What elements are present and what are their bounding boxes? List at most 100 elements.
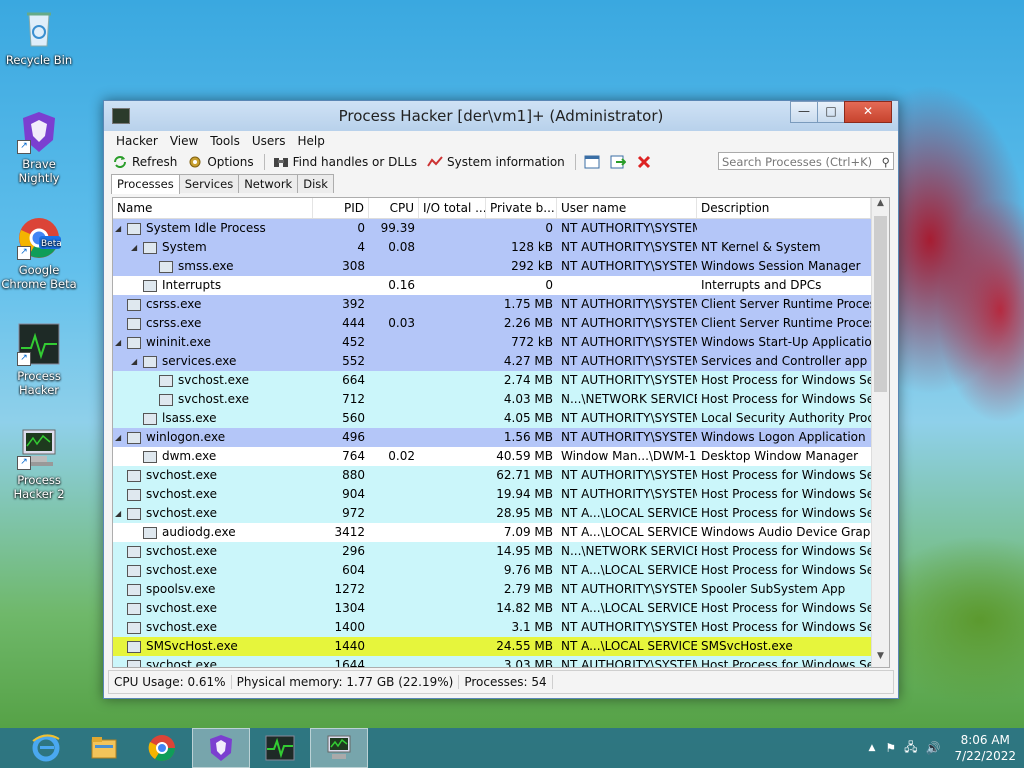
table-row[interactable]: svchost.exe 712 4.03 MB N...\NETWORK SERVIC… [113,390,871,409]
table-row[interactable]: csrss.exe 444 0.03 2.26 MB NT AUTHORITY\SYST… [113,314,871,333]
taskbar-brave-nightly[interactable] [192,728,250,768]
table-row[interactable]: Interrupts 0.16 0 Interrupts and DPCs [113,276,871,295]
volume-icon[interactable]: 🔊 [926,741,941,755]
tab-processes[interactable]: Processes [111,174,180,194]
cell-priv: 772 kB [511,335,553,349]
expand-arrow-icon[interactable]: ◢ [115,504,125,523]
cell-user: NT AUTHORITY\SYSTEM [561,335,697,349]
table-row[interactable]: ◢ winlogon.exe 496 1.56 MB NT AUTHORITY\SYST… [113,428,871,447]
column-header-user-name[interactable]: User name [557,198,697,218]
table-row[interactable]: ◢ services.exe 552 4.27 MB NT AUTHORITY\SYST… [113,352,871,371]
taskbar-internet-explorer[interactable] [18,729,74,767]
expand-arrow-icon[interactable]: ◢ [115,219,125,238]
options-button[interactable]: Options [187,155,254,169]
show-hidden-icons-icon[interactable]: ▲ [868,743,875,753]
column-header-io[interactable]: I/O total ... [419,198,486,218]
process-name-cell: svchost.exe [113,466,313,485]
cell-desc: Host Process for Windows Ser... [701,392,871,406]
cell-desc: NT Kernel & System [701,240,821,254]
expand-arrow-icon[interactable]: ◢ [131,352,141,371]
column-header-name[interactable]: Name [113,198,313,218]
column-header-private-bytes[interactable]: Private b... [486,198,557,218]
table-row[interactable]: svchost.exe 296 14.95 MB N...\NETWORK SERVI… [113,542,871,561]
process-name-cell: ◢ System [113,238,313,257]
desktop-icon-process-hacker[interactable]: ↗ Process Hacker [1,322,77,397]
clock[interactable]: 8:06 AM 7/22/2022 [954,732,1016,764]
taskbar-chrome-beta[interactable] [134,729,190,767]
table-row[interactable]: SMSvcHost.exe 1440 24.55 MB NT A...\LOCAL S… [113,637,871,656]
table-row[interactable]: svchost.exe 1304 14.82 MB NT A...\LOCAL SER… [113,599,871,618]
cell-pid [313,276,369,295]
desktop-icon-process-hacker-2[interactable]: ↗ Process Hacker 2 [1,426,77,501]
cell-cpu [369,618,419,637]
table-row[interactable]: svchost.exe 1644 3.03 MB NT AUTHORITY\SYSTE… [113,656,871,667]
terminate-button[interactable] [636,155,656,169]
process-name: svchost.exe [178,392,249,406]
cell-cpu [369,428,419,447]
table-row[interactable]: ◢ svchost.exe 972 28.95 MB NT A...\LOCAL SER… [113,504,871,523]
table-row[interactable]: ◢ wininit.exe 452 772 kB NT AUTHORITY\SYSTEM… [113,333,871,352]
scroll-down-arrow-icon[interactable]: ▼ [872,651,889,667]
column-header-description[interactable]: Description [697,198,871,218]
maximize-button[interactable]: □ [817,101,845,123]
menu-hacker[interactable]: Hacker [116,134,158,148]
tab-services[interactable]: Services [178,174,240,193]
table-row[interactable]: svchost.exe 664 2.74 MB NT AUTHORITY\SYSTEM… [113,371,871,390]
table-row[interactable]: spoolsv.exe 1272 2.79 MB NT AUTHORITY\SYSTE… [113,580,871,599]
vertical-scrollbar[interactable]: ▲ ▼ [871,198,889,667]
menu-users[interactable]: Users [252,134,286,148]
cell-priv: 0 [545,278,553,292]
table-row[interactable]: lsass.exe 560 4.05 MB NT AUTHORITY\SYSTEM Lo… [113,409,871,428]
window-go-button[interactable] [610,155,630,169]
status-cpu-usage: CPU Usage: 0.61% [109,675,232,689]
close-button[interactable]: ✕ [844,101,892,123]
process-name-cell: spoolsv.exe [113,580,313,599]
find-handles-button[interactable]: Find handles or DLLs [273,155,417,169]
process-icon [127,469,141,482]
desktop-icon-chrome-beta[interactable]: Beta ↗ Google Chrome Beta [1,216,77,291]
table-row[interactable]: ◢ System Idle Process 0 99.39 0 NT AUTHORITY\… [113,219,871,238]
cell-pid: 552 [342,354,365,368]
system-information-button[interactable]: System information [427,155,565,169]
desktop-icon-recycle-bin[interactable]: Recycle Bin [1,6,77,67]
refresh-icon [112,155,128,169]
process-name: svchost.exe [146,563,217,577]
expand-arrow-icon[interactable]: ◢ [115,428,125,447]
taskbar-process-hacker[interactable] [252,729,308,767]
table-row[interactable]: svchost.exe 904 19.94 MB NT AUTHORITY\SYSTE… [113,485,871,504]
taskbar-file-explorer[interactable] [76,729,132,767]
table-row[interactable]: svchost.exe 880 62.71 MB NT AUTHORITY\SYSTE… [113,466,871,485]
flag-icon[interactable]: ⚑ [885,741,896,755]
search-input[interactable]: Search Processes (Ctrl+K) ⚲ [718,152,894,170]
network-icon[interactable]: 🖧 [904,738,917,759]
cell-user: NT AUTHORITY\SYSTEM [561,297,697,311]
refresh-button[interactable]: Refresh [112,155,177,169]
desktop-icon-brave-nightly[interactable]: ↗ Brave Nightly [1,110,77,185]
menu-tools[interactable]: Tools [210,134,240,148]
scrollbar-thumb[interactable] [874,216,887,392]
menu-view[interactable]: View [170,134,198,148]
table-row[interactable]: smss.exe 308 292 kB NT AUTHORITY\SYSTEM Wind… [113,257,871,276]
tab-disk[interactable]: Disk [297,174,334,193]
cell-user: NT A...\LOCAL SERVICE [561,525,697,539]
title-bar[interactable]: Process Hacker [der\vm1]+ (Administrator… [104,101,898,131]
process-name: dwm.exe [162,449,217,463]
column-header-cpu[interactable]: CPU [369,198,419,218]
table-row[interactable]: ◢ System 4 0.08 128 kB NT AUTHORITY\SYSTEM NT … [113,238,871,257]
expand-arrow-icon[interactable]: ◢ [131,238,141,257]
table-row[interactable]: dwm.exe 764 0.02 40.59 MB Window Man...\DWM-… [113,447,871,466]
window-button[interactable] [584,155,604,169]
table-row[interactable]: audiodg.exe 3412 7.09 MB NT A...\LOCAL SERV… [113,523,871,542]
minimize-button[interactable]: — [790,101,818,123]
expand-arrow-icon[interactable]: ◢ [115,333,125,352]
table-row[interactable]: csrss.exe 392 1.75 MB NT AUTHORITY\SYSTEM Cl… [113,295,871,314]
table-row[interactable]: svchost.exe 1400 3.1 MB NT AUTHORITY\SYSTEM… [113,618,871,637]
table-row[interactable]: svchost.exe 604 9.76 MB NT A...\LOCAL SERVI… [113,561,871,580]
cell-io [419,637,486,656]
taskbar-process-hacker-2[interactable] [310,728,368,768]
column-header-pid[interactable]: PID [313,198,369,218]
scroll-up-arrow-icon[interactable]: ▲ [872,198,889,214]
menu-help[interactable]: Help [297,134,324,148]
chart-line-icon [427,155,443,169]
tab-network[interactable]: Network [238,174,299,193]
